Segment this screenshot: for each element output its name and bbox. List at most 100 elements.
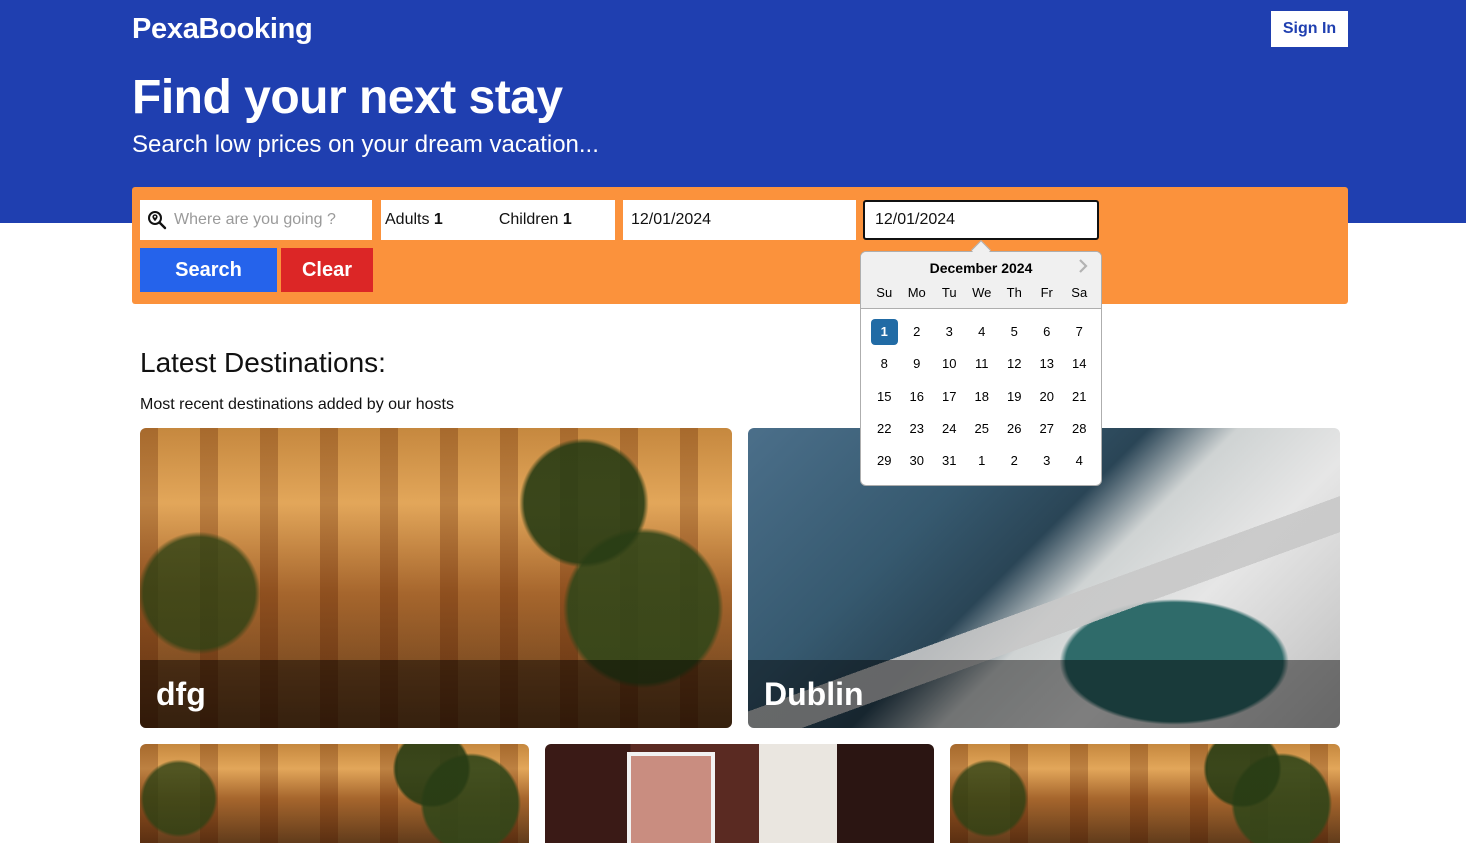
datepicker-day[interactable]: 25	[966, 416, 999, 448]
datepicker-week: 22 23 24 25 26 27 28	[868, 416, 1096, 448]
datepicker-day[interactable]: 17	[933, 384, 966, 416]
datepicker-day[interactable]: 10	[933, 351, 966, 383]
datepicker-day[interactable]: 4	[1063, 448, 1096, 480]
weekday-label: Tu	[941, 285, 957, 300]
chevron-right-icon[interactable]	[1077, 259, 1089, 278]
hero-title: Find your next stay	[132, 71, 563, 124]
datepicker-month-label: December 2024	[929, 260, 1033, 276]
search-bar: Adults 1 Children 1 12/01/2024 12/01/202…	[132, 187, 1348, 304]
datepicker-day[interactable]: 4	[966, 319, 999, 351]
datepicker-day[interactable]: 23	[901, 416, 934, 448]
datepicker-day[interactable]: 13	[1031, 351, 1064, 383]
datepicker-day-number: 12	[1007, 356, 1022, 372]
datepicker-day-number: 9	[913, 356, 921, 372]
datepicker-weekdays: Su Mo Tu We Th Fr Sa	[868, 285, 1096, 300]
datepicker-day-number: 27	[1039, 420, 1054, 436]
section-subtitle: Most recent destinations added by our ho…	[140, 396, 454, 413]
search-location-icon	[146, 209, 168, 231]
datepicker-day[interactable]: 9	[901, 351, 934, 383]
check-out-date-input[interactable]: 12/01/2024	[863, 200, 1099, 240]
datepicker-day[interactable]: 14	[1063, 351, 1096, 383]
datepicker-day[interactable]: 3	[933, 319, 966, 351]
datepicker-day-number: 21	[1072, 388, 1087, 404]
datepicker-day[interactable]: 29	[868, 448, 901, 480]
datepicker-day-number: 4	[1075, 453, 1083, 469]
datepicker-day[interactable]: 31	[933, 448, 966, 480]
check-in-date-input[interactable]: 12/01/2024	[623, 200, 856, 240]
datepicker-day[interactable]: 15	[868, 384, 901, 416]
datepicker-week: 29 30 31 1 2 3 4	[868, 448, 1096, 480]
datepicker-day[interactable]: 6	[1031, 319, 1064, 351]
destination-card[interactable]	[545, 744, 934, 843]
datepicker-day-number: 7	[1075, 324, 1083, 339]
datepicker-day-number: 16	[909, 388, 924, 404]
clear-button[interactable]: Clear	[281, 248, 373, 292]
search-button[interactable]: Search	[140, 248, 277, 292]
datepicker-day[interactable]: 11	[966, 351, 999, 383]
datepicker-day-number: 19	[1007, 388, 1022, 404]
datepicker-day[interactable]: 27	[1031, 416, 1064, 448]
destination-name: Dublin	[748, 660, 1340, 728]
datepicker-day[interactable]: 24	[933, 416, 966, 448]
datepicker-week: 8 9 10 11 12 13 14	[868, 351, 1096, 383]
weekday-label: Mo	[907, 285, 926, 300]
datepicker-day-number: 15	[877, 388, 892, 404]
guests-field[interactable]: Adults 1 Children 1	[381, 200, 615, 240]
weekday-label: Sa	[1071, 285, 1088, 300]
datepicker-popup: December 2024 Su Mo Tu We Th Fr Sa 12345…	[860, 251, 1102, 486]
datepicker-day[interactable]: 22	[868, 416, 901, 448]
datepicker-day-number: 5	[1010, 324, 1018, 339]
datepicker-day-number: 14	[1072, 356, 1087, 372]
datepicker-day[interactable]: 1	[966, 448, 999, 480]
datepicker-day-number: 20	[1039, 388, 1054, 404]
adults-count[interactable]: Adults 1	[385, 211, 443, 229]
datepicker-day-selected[interactable]: 1	[868, 319, 901, 351]
destination-card[interactable]: dfg	[140, 428, 732, 728]
destination-card[interactable]	[950, 744, 1340, 843]
datepicker-day-number: 28	[1072, 420, 1087, 436]
datepicker-day-number: 29	[877, 453, 892, 469]
datepicker-day[interactable]: 2	[998, 448, 1031, 480]
destination-input[interactable]	[174, 211, 364, 229]
destination-name: dfg	[140, 660, 732, 728]
weekday-label: We	[972, 285, 992, 300]
datepicker-day[interactable]: 7	[1063, 319, 1096, 351]
section-title: Latest Destinations:	[140, 347, 386, 378]
datepicker-day[interactable]: 16	[901, 384, 934, 416]
datepicker-day-number: 13	[1039, 356, 1054, 372]
datepicker-week: 12 3 4 5 6 7	[868, 319, 1096, 351]
weekday-label: Su	[876, 285, 893, 300]
datepicker-day-number: 10	[942, 356, 957, 372]
datepicker-day[interactable]: 3	[1031, 448, 1064, 480]
datepicker-day[interactable]: 28	[1063, 416, 1096, 448]
destination-card[interactable]	[140, 744, 529, 843]
datepicker-day-number: 26	[1007, 420, 1022, 436]
datepicker-grid: 1 2 3 4 5 6 7 8 9 10 11 12 13 14 15 16 17 18 19 20 21 22 23 24 2…	[868, 319, 1096, 480]
datepicker-day-number: 24	[942, 420, 957, 436]
destination-field[interactable]	[140, 200, 372, 240]
datepicker-header: December 2024 Su Mo Tu We Th Fr Sa	[861, 252, 1101, 309]
datepicker-day[interactable]: 26	[998, 416, 1031, 448]
datepicker-day-number: 18	[974, 388, 989, 404]
datepicker-day[interactable]: 21	[1063, 384, 1096, 416]
hero-subtitle: Search low prices on your dream vacation…	[132, 131, 599, 158]
datepicker-day[interactable]: 20	[1031, 384, 1064, 416]
datepicker-day-number: 3	[945, 324, 953, 339]
weekday-label: Fr	[1040, 285, 1053, 300]
datepicker-day[interactable]: 12	[998, 351, 1031, 383]
datepicker-day[interactable]: 18	[966, 384, 999, 416]
datepicker-day-number: 8	[880, 356, 888, 372]
datepicker-day[interactable]: 30	[901, 448, 934, 480]
datepicker-day-number: 23	[909, 420, 924, 436]
datepicker-day[interactable]: 19	[998, 384, 1031, 416]
datepicker-day[interactable]: 5	[998, 319, 1031, 351]
datepicker-day[interactable]: 2	[901, 319, 934, 351]
datepicker-day-number: 4	[978, 324, 986, 339]
sign-in-button[interactable]: Sign In	[1271, 11, 1348, 47]
datepicker-day-number: 31	[942, 453, 957, 469]
datepicker-day[interactable]: 8	[868, 351, 901, 383]
card-image-decoration	[627, 752, 715, 843]
site-logo[interactable]: PexaBooking	[132, 13, 313, 46]
datepicker-day-number: 25	[974, 420, 989, 436]
children-count[interactable]: Children 1	[499, 211, 572, 229]
